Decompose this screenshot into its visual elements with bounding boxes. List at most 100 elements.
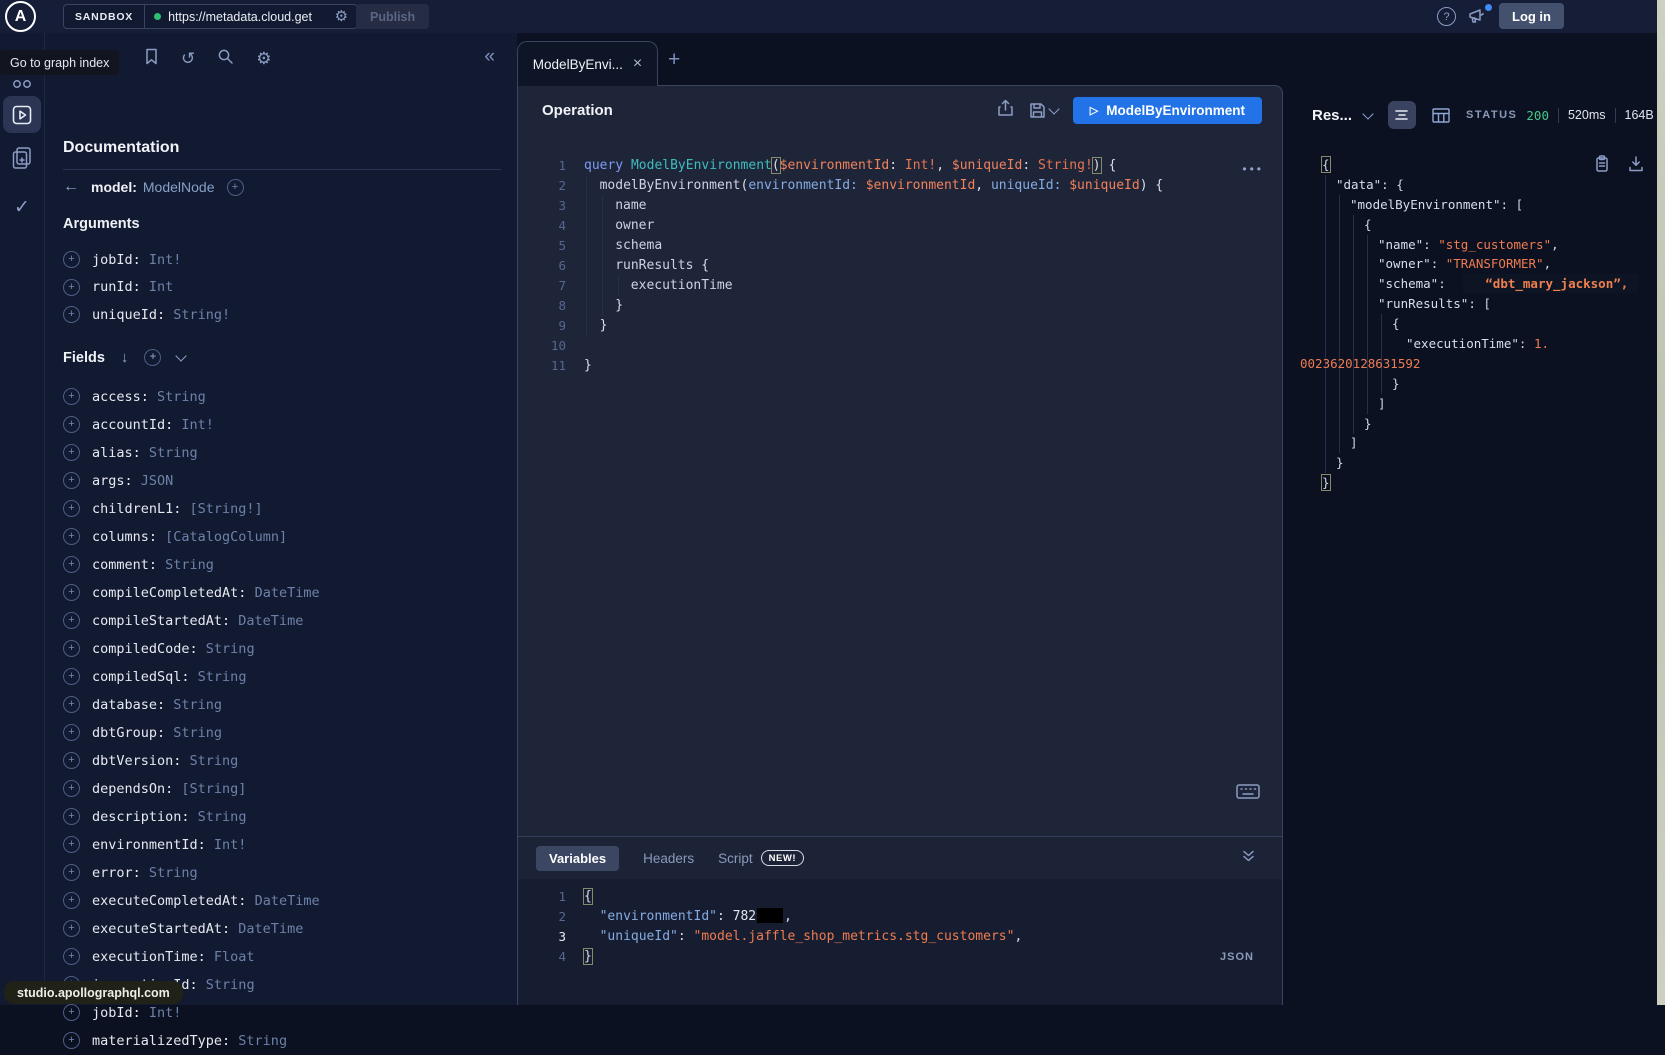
back-arrow-icon[interactable]: ← xyxy=(63,178,79,196)
field-row[interactable]: columns: [CatalogColumn] xyxy=(63,523,501,551)
add-to-query-icon[interactable] xyxy=(63,612,80,629)
field-row[interactable]: access: String xyxy=(63,383,501,411)
field-row[interactable]: database: String xyxy=(63,691,501,719)
add-to-query-icon[interactable] xyxy=(63,696,80,713)
field-row[interactable]: childrenL1: [String!] xyxy=(63,495,501,523)
breadcrumb-type-link[interactable]: ModelNode xyxy=(143,179,215,195)
field-row[interactable]: dependsOn: [String] xyxy=(63,775,501,803)
field-row[interactable]: alias: String xyxy=(63,439,501,467)
field-row[interactable]: materializedType: String xyxy=(63,1027,501,1055)
save-chevron-icon[interactable] xyxy=(1048,103,1059,114)
new-tab-button[interactable]: + xyxy=(668,48,680,72)
add-to-query-icon[interactable] xyxy=(63,1004,80,1021)
add-to-query-icon[interactable] xyxy=(63,864,80,881)
field-row[interactable]: error: String xyxy=(63,859,501,887)
login-button[interactable]: Log in xyxy=(1499,3,1564,29)
add-to-query-icon[interactable] xyxy=(63,388,80,405)
add-to-query-icon[interactable] xyxy=(63,724,80,741)
operation-tab-label[interactable]: ModelByEnvi... xyxy=(533,57,623,72)
argument-row[interactable]: runId: Int xyxy=(63,274,501,302)
field-row[interactable]: dbtGroup: String xyxy=(63,719,501,747)
run-operation-button[interactable]: ▷ ModelByEnvironment xyxy=(1073,97,1262,124)
field-row[interactable]: executionTime: Float xyxy=(63,943,501,971)
keyboard-shortcuts-icon[interactable] xyxy=(1236,784,1260,804)
code-line[interactable]: 2modelByEnvironment(environmentId: $envi… xyxy=(518,176,1282,196)
code-line[interactable]: 6runResults { xyxy=(518,256,1282,276)
search-icon[interactable] xyxy=(217,48,234,70)
add-to-query-icon[interactable] xyxy=(63,416,80,433)
field-row[interactable]: accountId: Int! xyxy=(63,411,501,439)
history-icon[interactable]: ↺ xyxy=(181,49,195,69)
add-to-query-icon[interactable] xyxy=(63,444,80,461)
tab-script[interactable]: Script NEW! xyxy=(718,850,804,866)
field-row[interactable]: environmentId: Int! xyxy=(63,831,501,859)
code-line[interactable]: 3name xyxy=(518,196,1282,216)
add-to-query-icon[interactable] xyxy=(63,528,80,545)
graph-index-icon[interactable] xyxy=(0,77,44,91)
code-line[interactable]: 10 xyxy=(518,336,1282,356)
field-row[interactable]: comment: String xyxy=(63,551,501,579)
tree-view-button[interactable] xyxy=(1388,101,1416,129)
add-to-query-icon[interactable] xyxy=(63,780,80,797)
code-line[interactable]: 4owner xyxy=(518,216,1282,236)
save-operation-button[interactable] xyxy=(1029,102,1058,119)
code-line[interactable]: 5schema xyxy=(518,236,1282,256)
code-line[interactable]: 3"uniqueId": "model.jaffle_shop_metrics.… xyxy=(518,927,1282,947)
schema-nav-item[interactable] xyxy=(0,145,44,171)
field-row[interactable]: executeStartedAt: DateTime xyxy=(63,915,501,943)
tab-headers[interactable]: Headers xyxy=(643,851,694,866)
add-to-query-icon[interactable] xyxy=(63,808,80,825)
add-to-query-icon[interactable] xyxy=(63,948,80,965)
add-to-query-icon[interactable] xyxy=(63,1032,80,1049)
share-icon[interactable] xyxy=(997,99,1014,122)
add-field-button[interactable] xyxy=(227,179,244,196)
add-to-query-icon[interactable] xyxy=(63,556,80,573)
connection-settings-gear-icon[interactable]: ⚙ xyxy=(335,9,348,24)
field-row[interactable]: compiledCode: String xyxy=(63,635,501,663)
add-to-query-icon[interactable] xyxy=(63,251,80,268)
add-to-query-icon[interactable] xyxy=(63,306,80,323)
response-chevron-icon[interactable] xyxy=(1362,108,1373,119)
variables-editor[interactable]: 1{2"environmentId": 782,3"uniqueId": "mo… xyxy=(518,879,1282,1005)
add-to-query-icon[interactable] xyxy=(63,752,80,769)
add-to-query-icon[interactable] xyxy=(63,892,80,909)
query-editor[interactable]: 1query ModelByEnvironment($environmentId… xyxy=(518,134,1282,837)
code-line[interactable]: 4} xyxy=(518,947,1282,967)
operation-tab[interactable]: ModelByEnvi... × xyxy=(517,41,658,86)
field-row[interactable]: compileCompletedAt: DateTime xyxy=(63,579,501,607)
apollo-logo-icon[interactable]: A xyxy=(5,1,36,32)
add-to-query-icon[interactable] xyxy=(63,836,80,853)
explorer-nav-item[interactable] xyxy=(3,96,41,133)
field-row[interactable]: args: JSON xyxy=(63,467,501,495)
add-to-query-icon[interactable] xyxy=(63,584,80,601)
code-line[interactable]: 8} xyxy=(518,296,1282,316)
help-icon[interactable]: ? xyxy=(1437,7,1456,26)
table-view-button[interactable] xyxy=(1432,108,1450,123)
endpoint-url[interactable]: https://metadata.cloud.get xyxy=(168,10,328,24)
code-line[interactable]: 7executionTime xyxy=(518,276,1282,296)
add-to-query-icon[interactable] xyxy=(63,920,80,937)
response-json-tree[interactable]: {"data": {"modelByEnvironment": [{"name"… xyxy=(1296,155,1657,1005)
publish-button[interactable]: Publish xyxy=(356,4,429,29)
field-row[interactable]: compileStartedAt: DateTime xyxy=(63,607,501,635)
add-to-query-icon[interactable] xyxy=(63,668,80,685)
field-row[interactable]: compiledSql: String xyxy=(63,663,501,691)
code-line[interactable]: 1{ xyxy=(518,887,1282,907)
field-row[interactable]: description: String xyxy=(63,803,501,831)
field-row[interactable]: dbtVersion: String xyxy=(63,747,501,775)
bookmark-icon[interactable] xyxy=(144,48,159,70)
add-to-query-icon[interactable] xyxy=(63,500,80,517)
endpoint-url-input[interactable]: https://metadata.cloud.get ⚙ xyxy=(145,5,357,28)
close-tab-icon[interactable]: × xyxy=(633,56,642,72)
field-row[interactable]: executeCompletedAt: DateTime xyxy=(63,887,501,915)
collapse-panel-icon[interactable]: « xyxy=(484,47,495,66)
collapse-variables-icon[interactable] xyxy=(1241,849,1256,868)
add-to-query-icon[interactable] xyxy=(63,279,80,296)
checks-nav-item[interactable]: ✓ xyxy=(0,196,44,219)
chevron-down-icon[interactable] xyxy=(176,350,187,361)
code-line[interactable]: 9} xyxy=(518,316,1282,336)
argument-row[interactable]: jobId: Int! xyxy=(63,246,501,274)
add-to-query-icon[interactable] xyxy=(63,472,80,489)
tab-variables[interactable]: Variables xyxy=(536,846,619,871)
announcements-megaphone-icon[interactable] xyxy=(1467,6,1491,27)
